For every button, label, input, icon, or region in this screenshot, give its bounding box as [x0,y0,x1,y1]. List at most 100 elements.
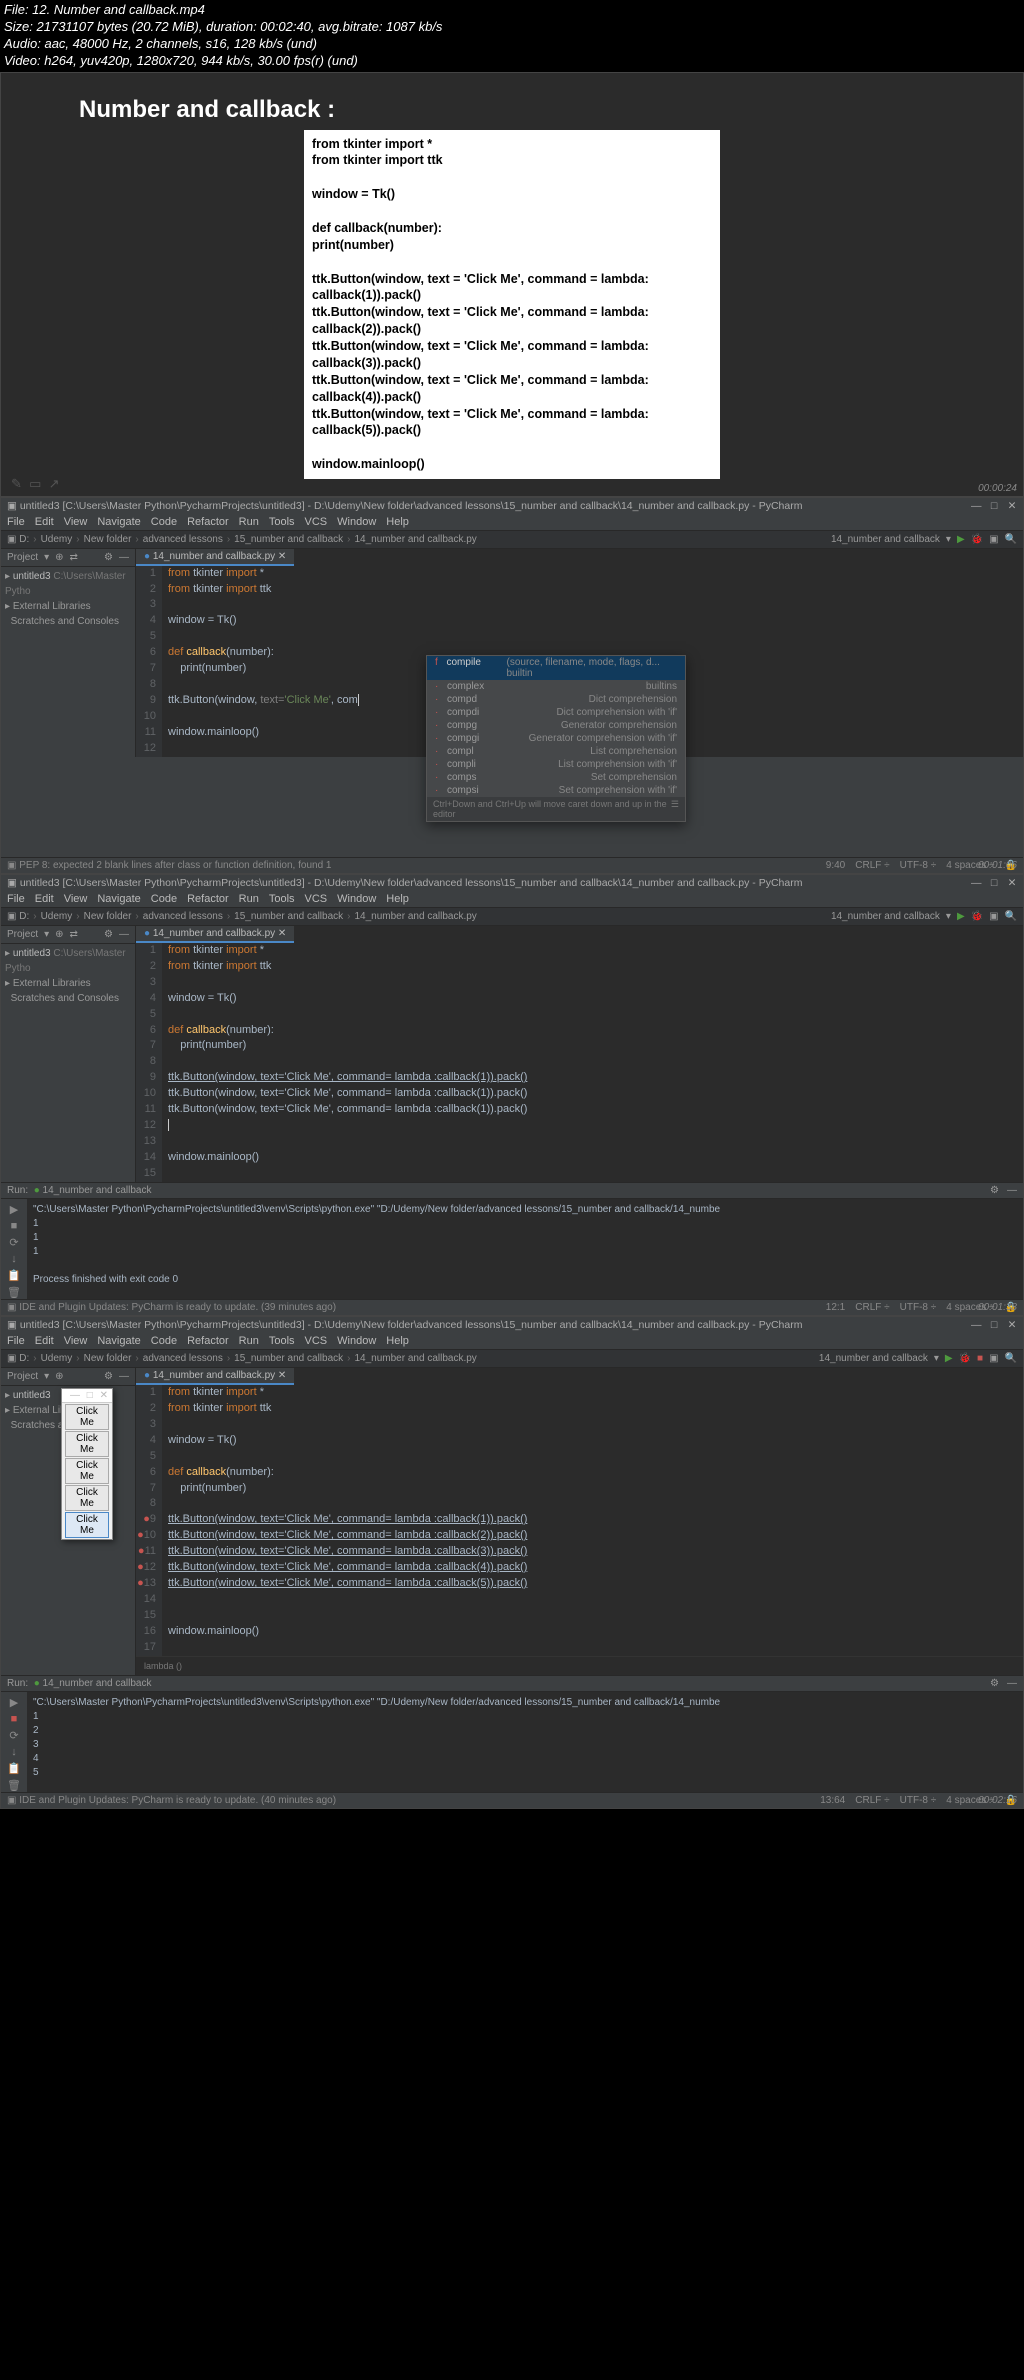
tkinter-window[interactable]: — □ ✕ Click MeClick MeClick MeClick MeCl… [61,1388,113,1540]
autocomplete-item[interactable]: ·complexbuiltins [427,680,685,693]
menu-item[interactable]: VCS [305,1335,328,1347]
autocomplete-popup[interactable]: fcompile(source, filename, mode, flags, … [426,655,686,822]
max-icon[interactable]: □ [989,1319,999,1331]
menu-item[interactable]: Tools [269,893,295,905]
menu-item[interactable]: File [7,893,25,905]
tree-libs[interactable]: ▸ External Libraries [5,599,131,614]
tk-close[interactable]: ✕ [100,1390,108,1401]
tk-button[interactable]: Click Me [65,1512,109,1538]
editor[interactable]: ● 14_number and callback.py ✕ 12345678●9… [136,1368,1023,1675]
run-config[interactable]: 14_number and callback [831,911,940,922]
max-icon[interactable]: □ [989,877,999,889]
more-icon[interactable]: ▣ [989,911,998,922]
tk-button[interactable]: Click Me [65,1404,109,1430]
autocomplete-item[interactable]: ·compsiSet comprehension with 'if' [427,784,685,797]
tk-button[interactable]: Click Me [65,1431,109,1457]
autocomplete-item[interactable]: ·compsSet comprehension [427,771,685,784]
menu-item[interactable]: View [64,516,88,528]
tree-scratch[interactable]: Scratches and Consoles [5,991,131,1006]
close-icon[interactable]: ✕ [1007,500,1017,512]
editor[interactable]: ● 14_number and callback.py ✕ 1234567891… [136,549,1023,757]
run-toolbar[interactable]: ▶■⟳↓📋🗑 [1,1692,27,1792]
code-area[interactable]: from tkinter import * from tkinter impor… [162,1385,1023,1656]
menu-item[interactable]: Window [337,893,376,905]
debug-button[interactable]: 🐞 [971,911,983,922]
autocomplete-item[interactable]: ·compgiGenerator comprehension with 'if' [427,732,685,745]
autocomplete-item[interactable]: ·compliList comprehension with 'if' [427,758,685,771]
editor-tab[interactable]: ● 14_number and callback.py ✕ [136,549,294,566]
tree-root[interactable]: ▸ untitled3 C:\Users\Master Pytho [5,569,131,599]
menu-item[interactable]: Edit [35,516,54,528]
gear-icon[interactable]: ⚙ [104,929,113,940]
stop-button[interactable]: ■ [977,1353,983,1364]
menu-item[interactable]: VCS [305,516,328,528]
max-icon[interactable]: □ [989,500,999,512]
run-button[interactable]: ▶ [945,1353,953,1364]
tk-min[interactable]: — [70,1390,80,1401]
menu-item[interactable]: Window [337,516,376,528]
menu-bar[interactable]: File Edit View Navigate Code Refactor Run Tools… [1,891,1023,907]
min-icon[interactable]: — [971,500,981,512]
autocomplete-item[interactable]: ·compdDict comprehension [427,693,685,706]
autocomplete-item[interactable]: ·compdiDict comprehension with 'if' [427,706,685,719]
tree-libs[interactable]: ▸ External Libraries [5,976,131,991]
menu-item[interactable]: Tools [269,516,295,528]
editor-tab[interactable]: ● 14_number and callback.py ✕ [136,926,294,943]
run-output[interactable]: "C:\Users\Master Python\PycharmProjects\… [27,1692,1023,1792]
menu-item[interactable]: Edit [35,1335,54,1347]
breadcrumb[interactable]: ▣ D:›Udemy›New folder›advanced lessons›1… [7,1353,477,1364]
min-icon[interactable]: — [971,877,981,889]
tk-max[interactable]: □ [87,1390,93,1401]
editor-tab[interactable]: ● 14_number and callback.py ✕ [136,1368,294,1385]
menu-item[interactable]: Code [151,893,177,905]
menu-item[interactable]: Refactor [187,893,229,905]
gear-icon[interactable]: ⚙ [990,1678,999,1689]
menu-item[interactable]: Run [239,893,259,905]
tk-button[interactable]: Click Me [65,1485,109,1511]
search-icon[interactable]: 🔍 [1005,911,1017,922]
menu-item[interactable]: Help [386,516,409,528]
menu-item[interactable]: VCS [305,893,328,905]
autocomplete-item[interactable]: fcompile(source, filename, mode, flags, … [427,656,685,680]
debug-button[interactable]: 🐞 [971,534,983,545]
breadcrumb[interactable]: ▣ D:›Udemy›New folder›advanced lessons›1… [7,911,477,922]
project-sidebar[interactable]: Project▾⊕⇄⚙— ▸ untitled3 C:\Users\Master… [1,549,136,757]
min-icon[interactable]: — [971,1319,981,1331]
menu-item[interactable]: Navigate [97,1335,140,1347]
breadcrumb[interactable]: ▣ D:›Udemy›New folder›advanced lessons›1… [7,534,477,545]
run-button[interactable]: ▶ [957,534,965,545]
editor[interactable]: ● 14_number and callback.py ✕ 1234567891… [136,926,1023,1182]
run-output[interactable]: "C:\Users\Master Python\PycharmProjects\… [27,1199,1023,1299]
menu-bar[interactable]: FileEditViewNavigateCodeRefactorRunTools… [1,1333,1023,1349]
autocomplete-item[interactable]: ·complList comprehension [427,745,685,758]
menu-item[interactable]: Code [151,1335,177,1347]
menu-item[interactable]: Navigate [97,893,140,905]
menu-item[interactable]: Window [337,1335,376,1347]
gear-icon[interactable]: ⚙ [990,1185,999,1196]
tree-root[interactable]: ▸ untitled3 C:\Users\Master Pytho [5,946,131,976]
menu-item[interactable]: Edit [35,893,54,905]
chevron-down-icon[interactable]: ▾ [946,534,951,545]
menu-item[interactable]: Run [239,516,259,528]
menu-item[interactable]: File [7,516,25,528]
menu-item[interactable]: Tools [269,1335,295,1347]
project-sidebar[interactable]: Project▾⊕⇄⚙— ▸ untitled3 C:\Users\Master… [1,926,136,1182]
tk-button[interactable]: Click Me [65,1458,109,1484]
run-config[interactable]: 14_number and callback [831,534,940,545]
menu-item[interactable]: View [64,1335,88,1347]
menu-bar[interactable]: FileEditViewNavigateCodeRefactorRunTools… [1,514,1023,530]
search-icon[interactable]: 🔍 [1005,534,1017,545]
autocomplete-item[interactable]: ·compgGenerator comprehension [427,719,685,732]
run-panel-head[interactable]: Run: ● 14_number and callback⚙— [1,1182,1023,1199]
debug-button[interactable]: 🐞 [959,1353,971,1364]
menu-item[interactable]: Run [239,1335,259,1347]
menu-item[interactable]: Navigate [97,516,140,528]
menu-item[interactable]: Help [386,1335,409,1347]
menu-item[interactable]: Refactor [187,1335,229,1347]
close-icon[interactable]: ✕ [1007,877,1017,889]
menu-item[interactable]: View [64,893,88,905]
run-toolbar[interactable]: ▶■⟳↓📋🗑 [1,1199,27,1299]
gear-icon[interactable]: ⚙ [104,552,113,563]
menu-item[interactable]: Help [386,893,409,905]
tree-scratch[interactable]: Scratches and Consoles [5,614,131,629]
